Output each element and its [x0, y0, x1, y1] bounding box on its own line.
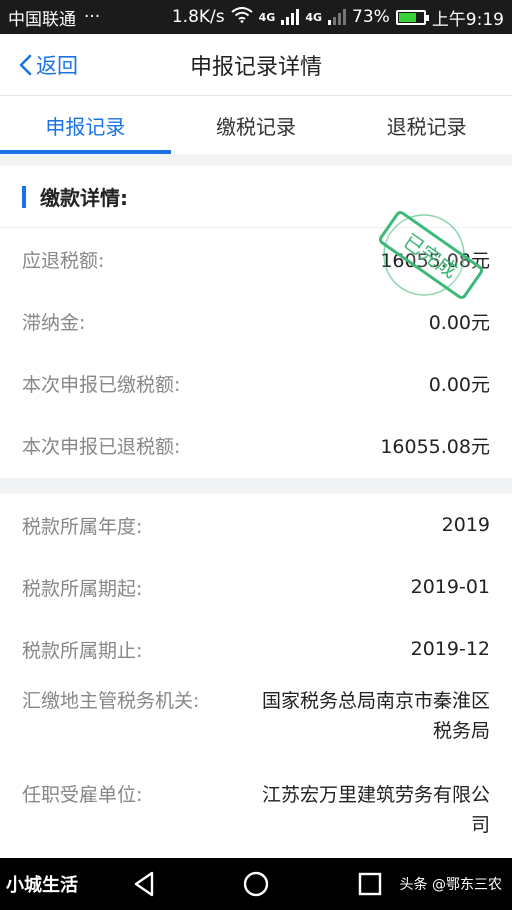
signal-icon [281, 9, 300, 25]
field-value: 2019-12 [410, 638, 490, 660]
notification-dots: ··· [84, 7, 101, 27]
network-speed: 1.8K/s [171, 7, 225, 27]
back-label: 返回 [36, 54, 78, 78]
tax-authority-row: 汇缴地主管税务机关: 国家税务总局南京市秦淮区税务局 [0, 680, 512, 774]
battery-icon [395, 9, 429, 25]
field-label: 汇缴地主管税务机关: [22, 690, 200, 712]
back-button[interactable]: 返回 [18, 34, 78, 96]
tab-refund-records[interactable]: 退税记录 [341, 96, 512, 154]
field-value: 0.00元 [428, 373, 490, 396]
payment-details-card: 缴款详情: 应退税额: 16055.08元 滞纳金: 0.00元 本次申报已缴税… [0, 166, 512, 478]
field-value: 2019-01 [410, 576, 490, 598]
refunded-tax-row: 本次申报已退税额: 16055.08元 [0, 414, 512, 476]
field-value: 16055.08元 [380, 249, 490, 272]
recents-square-icon[interactable] [354, 868, 386, 900]
refund-due-row: 应退税额: 16055.08元 [0, 228, 512, 290]
field-value: 16055.08元 [380, 435, 490, 458]
field-value: 0.00元 [428, 311, 490, 334]
tab-payment-records[interactable]: 缴税记录 [171, 96, 342, 154]
field-label: 税款所属期起: [22, 577, 143, 600]
battery-percent: 73% [352, 7, 390, 27]
wifi-icon [231, 6, 253, 28]
clock: 上午9:19 [431, 9, 504, 30]
tax-period-card: 税款所属年度: 2019 税款所属期起: 2019-01 税款所属期止: 201… [0, 494, 512, 858]
watermark-left: 小城生活 [6, 875, 78, 896]
section-header: 缴款详情: [0, 166, 512, 228]
field-value: 国家税务总局南京市秦淮区税务局 [261, 690, 490, 742]
system-nav-bar: 小城生活 头条 @鄂东三农 [0, 858, 512, 910]
tab-declaration-records[interactable]: 申报记录 [0, 96, 171, 154]
back-triangle-icon[interactable] [128, 868, 160, 900]
period-start-row: 税款所属期起: 2019-01 [0, 556, 512, 618]
home-circle-icon[interactable] [240, 868, 272, 900]
nav-bar: 返回 申报记录详情 [0, 34, 512, 96]
section-title: 缴款详情: [40, 186, 128, 210]
field-label: 应退税额: [22, 249, 105, 272]
employer-row: 任职受雇单位: 江苏宏万里建筑劳务有限公司 [0, 774, 512, 858]
signal-icon-secondary [328, 9, 347, 25]
paid-tax-row: 本次申报已缴税额: 0.00元 [0, 352, 512, 414]
section-accent-bar [22, 185, 26, 208]
field-label: 税款所属年度: [22, 515, 143, 538]
field-label: 税款所属期止: [22, 639, 143, 662]
network-type-4g: 4G [258, 10, 276, 24]
network-type-4g-secondary: 4G [305, 10, 323, 24]
field-value: 2019 [441, 514, 490, 536]
tab-bar: 申报记录 缴税记录 退税记录 [0, 96, 512, 154]
period-end-row: 税款所属期止: 2019-12 [0, 618, 512, 680]
chevron-left-icon [19, 54, 32, 76]
field-label: 本次申报已退税额: [22, 435, 181, 458]
field-value: 江苏宏万里建筑劳务有限公司 [261, 784, 490, 836]
status-bar: 中国联通 ··· 1.8K/s 4G 4G 73% 上午9:19 [0, 0, 512, 34]
late-fee-row: 滞纳金: 0.00元 [0, 290, 512, 352]
field-label: 滞纳金: [22, 311, 86, 334]
field-label: 任职受雇单位: [22, 784, 143, 806]
carrier-label: 中国联通 [8, 9, 76, 30]
tax-year-row: 税款所属年度: 2019 [0, 494, 512, 556]
watermark-right: 头条 @鄂东三农 [399, 877, 502, 893]
field-label: 本次申报已缴税额: [22, 373, 181, 396]
